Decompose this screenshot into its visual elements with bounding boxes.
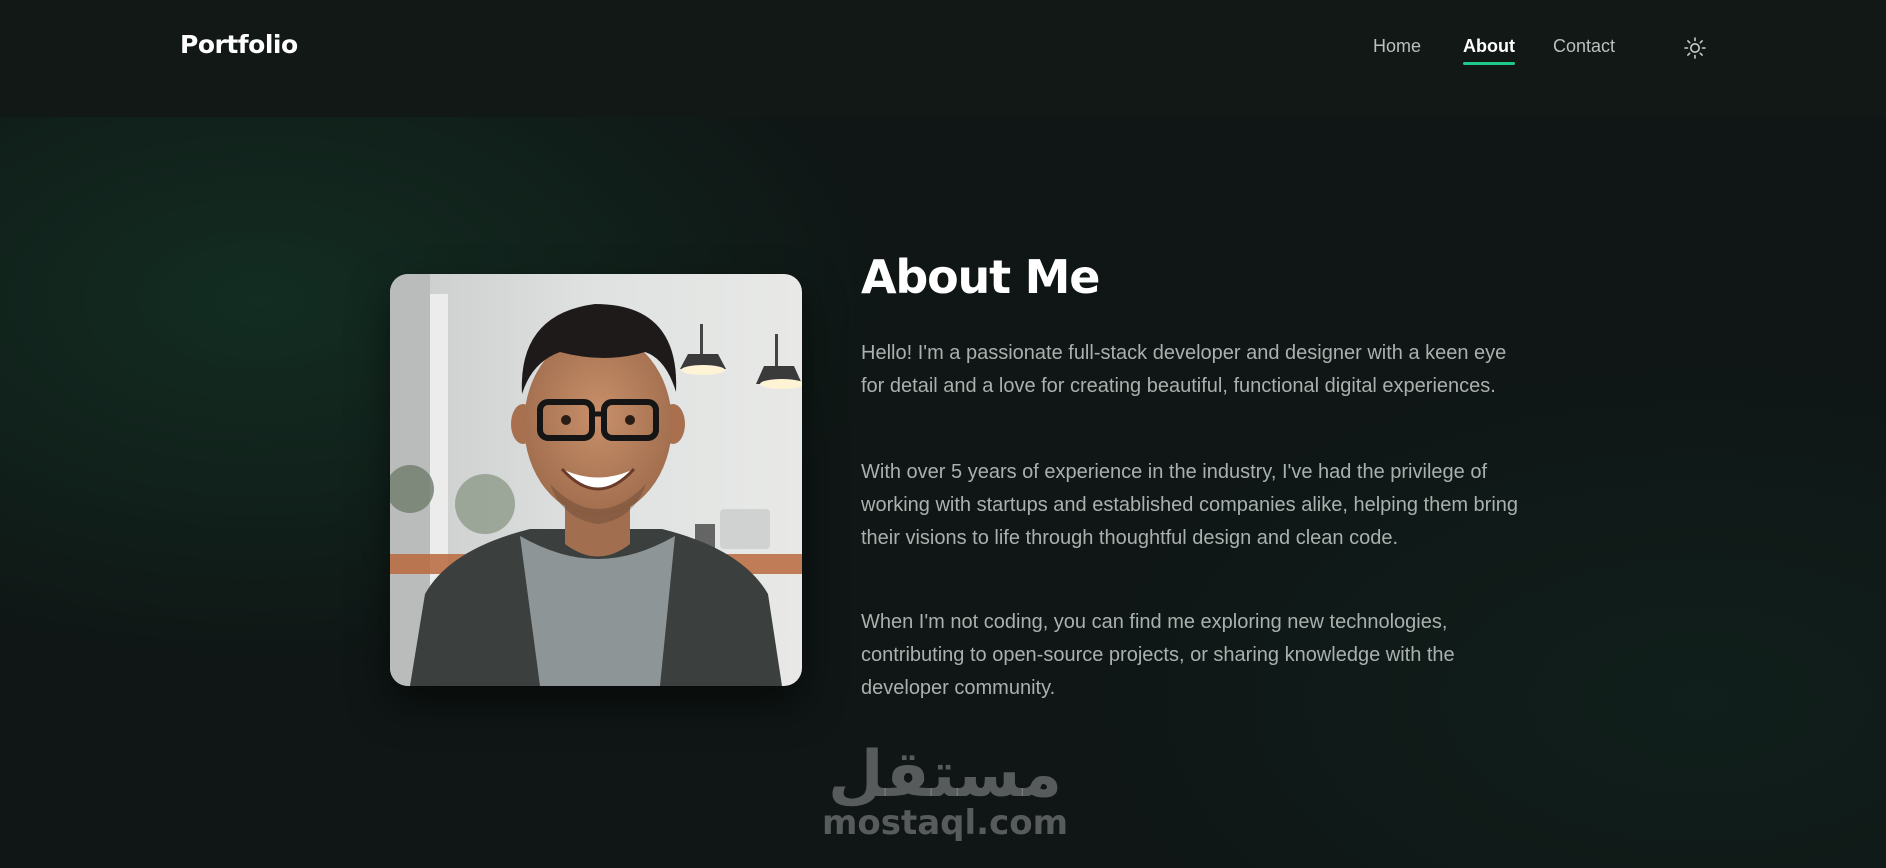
bio-paragraph-1: Hello! I'm a passionate full-stack devel… <box>861 342 1507 397</box>
bio-paragraph-3: When I'm not coding, you can find me exp… <box>861 611 1455 699</box>
active-nav-indicator <box>1463 62 1515 65</box>
theme-toggle-button[interactable] <box>1682 35 1708 61</box>
main-nav: Home About Contact <box>0 36 1886 76</box>
nav-link-contact[interactable]: Contact <box>1553 36 1615 63</box>
bio-paragraph-2: With over 5 years of experience in the i… <box>861 461 1519 549</box>
about-page: Portfolio Home About Contact About Me He… <box>0 0 1886 868</box>
top-navigation-bar: Portfolio Home About Contact <box>0 0 1886 117</box>
about-heading: About Me <box>861 250 1100 304</box>
nav-link-home[interactable]: Home <box>1373 36 1421 63</box>
nav-link-about[interactable]: About <box>1463 36 1515 63</box>
watermark-arabic: مستقل <box>827 738 1063 812</box>
profile-photo <box>390 274 802 686</box>
watermark-latin: mostaql.com <box>821 803 1069 843</box>
mostaql-watermark: مستقل mostaql.com <box>820 740 1070 852</box>
sun-icon <box>1684 37 1706 59</box>
